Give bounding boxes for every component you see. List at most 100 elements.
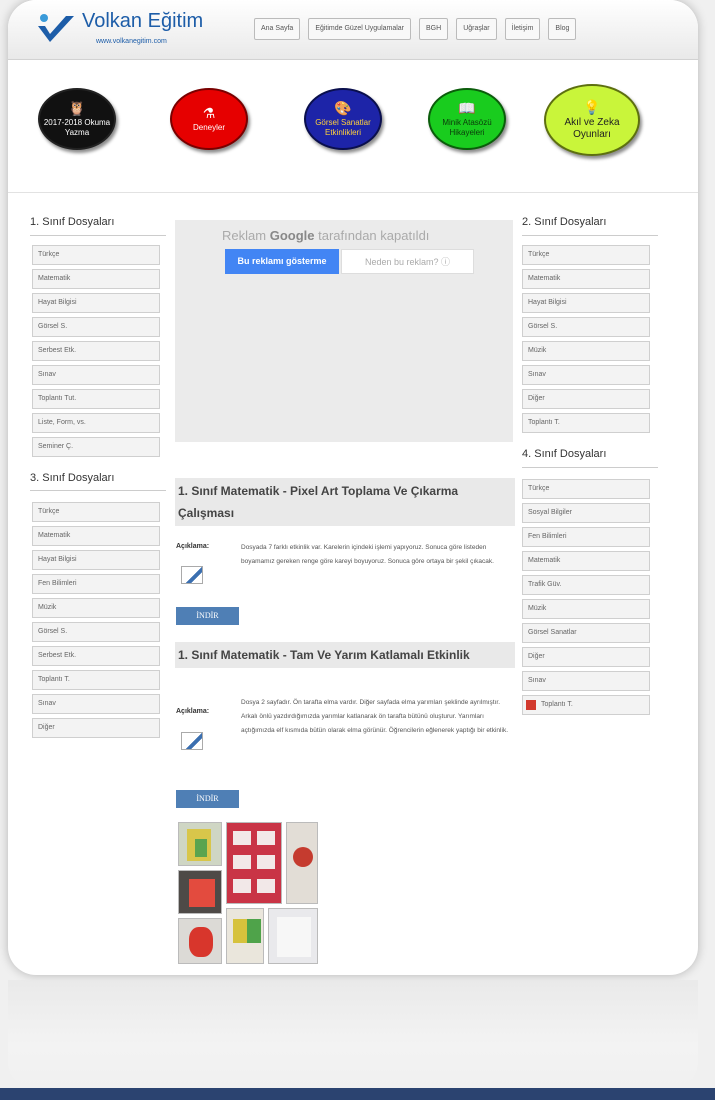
nav-hobbies[interactable]: Uğraşlar	[456, 18, 497, 40]
palette-icon: 🎨	[334, 99, 352, 116]
grade1-item[interactable]: Hayat Bilgisi	[32, 293, 160, 313]
grade3-item[interactable]: Türkçe	[32, 502, 160, 522]
circle-experiments[interactable]: ⚗ Deneyler	[170, 88, 248, 150]
grade4-item[interactable]: Sınav	[522, 671, 650, 691]
description-label: Açıklama:	[176, 543, 210, 550]
divider	[522, 235, 658, 236]
download-button[interactable]: İNDİR	[176, 607, 239, 625]
divider	[30, 235, 166, 236]
grade2-item[interactable]: Hayat Bilgisi	[522, 293, 650, 313]
grade3-item[interactable]: Fen Bilimleri	[32, 574, 160, 594]
file-icon	[181, 732, 203, 750]
grade4-item[interactable]: Fen Bilimleri	[522, 527, 650, 547]
flask-icon: ⚗	[202, 104, 216, 121]
grade3-title: 3. Sınıf Dosyaları	[30, 472, 115, 484]
post-title[interactable]: 1. Sınıf Matematik - Pixel Art Toplama V…	[175, 478, 515, 526]
circle-proverb-stories[interactable]: 📖 Minik Atasözü Hikayeleri	[428, 88, 506, 150]
grade1-title: 1. Sınıf Dosyaları	[30, 216, 115, 228]
grade4-item-label: Toplantı T.	[541, 701, 573, 708]
circle-mind-games[interactable]: 💡 Akıl ve Zeka Oyunları	[544, 84, 640, 156]
post-title[interactable]: 1. Sınıf Matematik - Tam Ve Yarım Katlam…	[175, 642, 515, 668]
grade4-item[interactable]: Diğer	[522, 647, 650, 667]
grade3-item[interactable]: Sınav	[32, 694, 160, 714]
grade4-item[interactable]: Müzik	[522, 599, 650, 619]
nav-home[interactable]: Ana Sayfa	[254, 18, 301, 40]
owl-icon: 🦉	[68, 99, 86, 116]
nav-bgh[interactable]: BGH	[419, 18, 449, 40]
ad-placeholder: Reklam Google tarafından kapatıldı Bu re…	[175, 220, 513, 442]
ad-closed-text: Reklam Google tarafından kapatıldı	[222, 228, 429, 243]
description-label: Açıklama:	[176, 708, 210, 715]
show-ad-button[interactable]: Bu reklamı gösterme	[225, 249, 339, 274]
grade3-item[interactable]: Diğer	[32, 718, 160, 738]
checkmark-logo-icon[interactable]	[36, 12, 76, 44]
post-description: Dosyada 7 farklı etkinlik var. Karelerin…	[241, 544, 494, 565]
nav-good-practices[interactable]: Eğitimde Güzel Uygulamalar	[308, 18, 412, 40]
google-brand: Google	[269, 228, 315, 243]
grade1-item[interactable]: Görsel S.	[32, 317, 160, 337]
ad-suffix: tarafından kapatıldı	[318, 228, 430, 243]
grade1-item[interactable]: Liste, Form, vs.	[32, 413, 160, 433]
lightbulb-icon: 💡	[583, 98, 601, 115]
grade3-item[interactable]: Görsel S.	[32, 622, 160, 642]
gallery-photo[interactable]	[178, 822, 222, 866]
grade2-item[interactable]: Diğer	[522, 389, 650, 409]
divider	[30, 490, 166, 491]
site-header: Volkan Eğitim www.volkanegitim.com Ana S…	[8, 0, 698, 60]
nav-blog[interactable]: Blog	[548, 18, 577, 40]
grade3-item[interactable]: Serbest Etk.	[32, 646, 160, 666]
page-reflection	[8, 980, 698, 1090]
broken-image-icon	[526, 700, 536, 710]
grade3-item[interactable]: Matematik	[32, 526, 160, 546]
ad-prefix: Reklam	[222, 228, 267, 243]
grade4-item[interactable]: Türkçe	[522, 479, 650, 499]
grade3-item[interactable]: Hayat Bilgisi	[32, 550, 160, 570]
grade1-item[interactable]: Toplantı Tut.	[32, 389, 160, 409]
grade3-item[interactable]: Toplantı T.	[32, 670, 160, 690]
grade1-item[interactable]: Matematik	[32, 269, 160, 289]
logo-title[interactable]: Volkan Eğitim	[82, 10, 203, 33]
gallery-photo[interactable]	[178, 918, 222, 964]
divider	[522, 467, 658, 468]
circle-label: Akıl ve Zeka Oyunları	[564, 116, 620, 140]
why-this-ad-button[interactable]: Neden bu reklam? ⓘ	[341, 249, 474, 274]
grade1-item[interactable]: Sınav	[32, 365, 160, 385]
grade1-item[interactable]: Seminer Ç.	[32, 437, 160, 457]
book-icon: 📖	[458, 99, 476, 116]
grade4-title: 4. Sınıf Dosyaları	[522, 448, 607, 460]
gallery-photo[interactable]	[286, 822, 318, 904]
category-circles: 🦉 2017-2018 Okuma Yazma ⚗ Deneyler 🎨 Gör…	[8, 78, 698, 193]
activity-photo-gallery	[178, 822, 318, 965]
grade4-item[interactable]: Matematik	[522, 551, 650, 571]
grade4-item-with-icon[interactable]: Toplantı T.	[522, 695, 650, 715]
post-description: Dosya 2 sayfadır. Ön tarafta elma vardır…	[241, 699, 508, 734]
page-frame: Volkan Eğitim www.volkanegitim.com Ana S…	[8, 0, 698, 975]
file-icon	[181, 566, 203, 584]
gallery-photo[interactable]	[226, 908, 264, 964]
gallery-photo[interactable]	[178, 870, 222, 914]
circle-reading-writing[interactable]: 🦉 2017-2018 Okuma Yazma	[38, 88, 116, 150]
grade4-item[interactable]: Trafik Güv.	[522, 575, 650, 595]
gallery-photo[interactable]	[226, 822, 282, 904]
download-button[interactable]: İNDİR	[176, 790, 239, 808]
grade1-item[interactable]: Türkçe	[32, 245, 160, 265]
grade1-item[interactable]: Serbest Etk.	[32, 341, 160, 361]
circle-label: Minik Atasözü Hikayeleri	[442, 117, 492, 137]
grade2-item[interactable]: Sınav	[522, 365, 650, 385]
gallery-photo[interactable]	[268, 908, 318, 964]
grade4-item[interactable]: Sosyal Bilgiler	[522, 503, 650, 523]
grade2-item[interactable]: Müzik	[522, 341, 650, 361]
nav-contact[interactable]: İletişim	[504, 18, 541, 40]
grade2-item[interactable]: Türkçe	[522, 245, 650, 265]
logo-url: www.volkanegitim.com	[96, 38, 167, 45]
grade2-item[interactable]: Toplantı T.	[522, 413, 650, 433]
circle-visual-arts[interactable]: 🎨 Görsel Sanatlar Etkinlikleri	[304, 88, 382, 150]
circle-label: 2017-2018 Okuma Yazma	[43, 117, 111, 137]
grade2-title: 2. Sınıf Dosyaları	[522, 216, 607, 228]
grade2-item[interactable]: Görsel S.	[522, 317, 650, 337]
grade2-item[interactable]: Matematik	[522, 269, 650, 289]
bottom-bar	[0, 1088, 715, 1100]
grade3-item[interactable]: Müzik	[32, 598, 160, 618]
grade4-item[interactable]: Görsel Sanatlar	[522, 623, 650, 643]
circle-label: Deneyler	[192, 122, 225, 132]
